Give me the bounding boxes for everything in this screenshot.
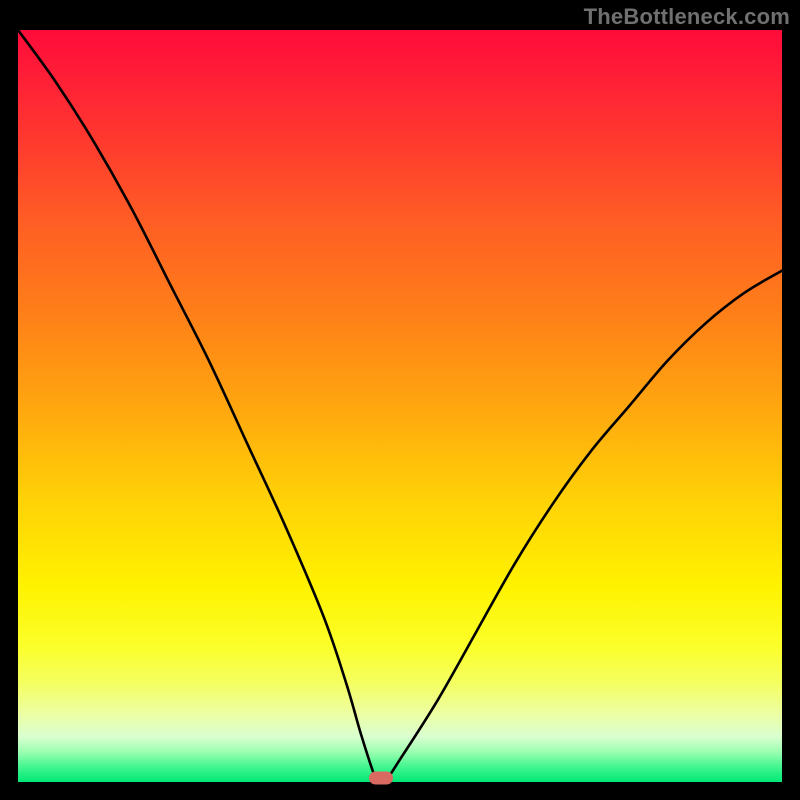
plot-area [18,30,782,782]
minimum-marker [369,772,393,785]
curve-path [18,30,782,786]
chart-frame: TheBottleneck.com [0,0,800,800]
bottleneck-curve [18,30,782,782]
watermark-text: TheBottleneck.com [584,4,790,30]
